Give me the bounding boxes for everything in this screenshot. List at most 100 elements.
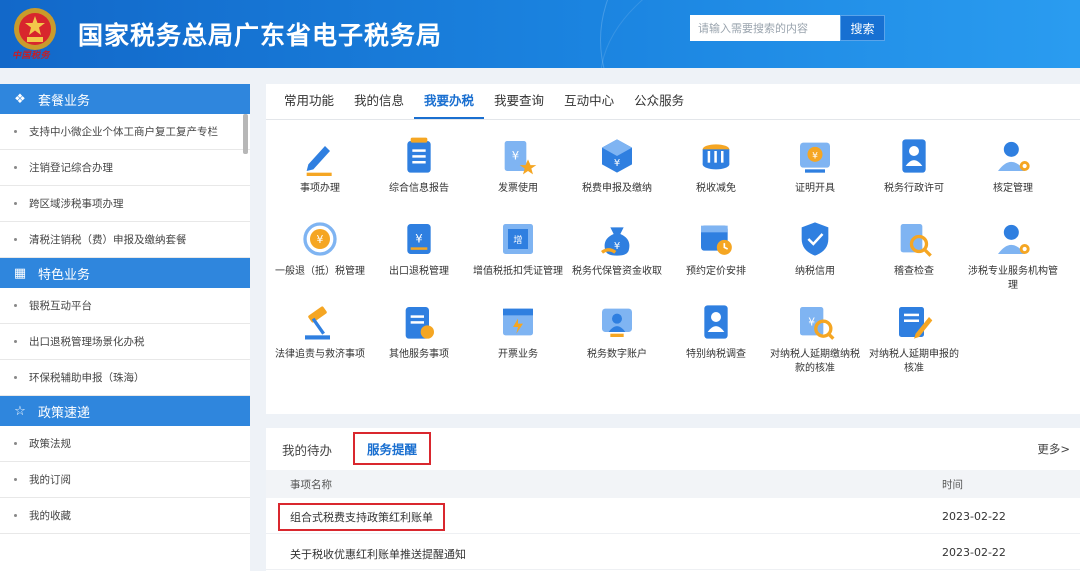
services-panel: 常用功能 我的信息 我要办税 我要查询 互动中心 公众服务 事项办理 综合信息报告 ¥ 发票使用… bbox=[266, 84, 1080, 414]
service-tile[interactable]: 核定管理 bbox=[963, 136, 1063, 196]
clipboard-icon bbox=[405, 307, 434, 339]
tab-service-reminder[interactable]: 服务提醒 bbox=[353, 432, 432, 465]
table-row[interactable]: 关于税收优惠红利账单推送提醒通知 2023-02-22 bbox=[266, 536, 1080, 570]
notice-panel: 我的待办 服务提醒 更多> 事项名称 时间 组合式税费支持政策红利账单 2023-… bbox=[266, 428, 1080, 571]
sidebar-item[interactable]: 银税互动平台 bbox=[0, 288, 250, 324]
site-header: 中国税务 国家税务总局广东省电子税务局 搜索 bbox=[0, 0, 1080, 68]
service-tile[interactable]: 预约定价安排 bbox=[666, 219, 766, 279]
pen-icon bbox=[306, 146, 332, 176]
sidebar: ❖ 套餐业务支持中小微企业个体工商户复工复产专栏 注销登记综合办理 跨区域涉税事项办理… bbox=[0, 84, 250, 571]
tab-3[interactable]: 我要查询 bbox=[484, 83, 554, 119]
sidebar-item[interactable]: 我的收藏 bbox=[0, 498, 250, 534]
emblem-caption: 中国税务 bbox=[12, 51, 51, 61]
sidebar-section-title: 套餐业务 bbox=[38, 93, 91, 109]
sidebar-item-label: 出口退税管理场景化办税 bbox=[29, 336, 145, 348]
shield-check-icon bbox=[801, 222, 829, 256]
sidebar-item-label: 我的订阅 bbox=[29, 474, 71, 486]
service-tabs: 常用功能 我的信息 我要办税 我要查询 互动中心 公众服务 bbox=[266, 84, 1080, 120]
layers-icon: ❖ bbox=[14, 91, 26, 107]
service-tile[interactable]: 税务数字账户 bbox=[567, 302, 667, 362]
invoice-icon: ¥ bbox=[504, 141, 537, 175]
tab-4[interactable]: 互动中心 bbox=[554, 83, 624, 119]
digital-account-icon bbox=[602, 308, 632, 337]
search-input[interactable] bbox=[690, 15, 840, 41]
service-tile[interactable]: ¥ 发票使用 bbox=[468, 136, 568, 196]
svg-text:¥: ¥ bbox=[808, 315, 815, 328]
sidebar-item[interactable]: 清税注销税（费）申报及缴纳套餐 bbox=[0, 222, 250, 258]
notice-title[interactable]: 组合式税费支持政策红利账单 bbox=[278, 503, 445, 531]
service-tile[interactable]: 对纳税人延期申报的核准 bbox=[864, 302, 964, 376]
service-tile[interactable]: 特别纳税调查 bbox=[666, 302, 766, 362]
service-label: 稽查检查 bbox=[894, 266, 934, 277]
service-label: 一般退（抵）税管理 bbox=[275, 266, 365, 277]
bullet-icon bbox=[14, 376, 17, 379]
service-tile[interactable]: 综合信息报告 bbox=[369, 136, 469, 196]
service-label: 其他服务事项 bbox=[389, 349, 449, 360]
tab-5[interactable]: 公众服务 bbox=[624, 83, 694, 119]
service-tile[interactable]: ¥ 对纳税人延期缴纳税款的核准 bbox=[765, 302, 865, 376]
service-tile[interactable]: 纳税信用 bbox=[765, 219, 865, 279]
bullet-icon bbox=[14, 304, 17, 307]
service-tile[interactable]: 增增值税抵扣凭证管理 bbox=[468, 219, 568, 279]
service-label: 特别纳税调查 bbox=[686, 349, 746, 360]
tab-0[interactable]: 常用功能 bbox=[274, 83, 344, 119]
service-tile[interactable]: ¥ 税费申报及缴纳 bbox=[567, 136, 667, 196]
sidebar-section-1[interactable]: ▦ 特色业务 bbox=[0, 258, 250, 288]
sidebar-item[interactable]: 支持中小微企业个体工商户复工复产专栏 bbox=[0, 114, 250, 150]
service-tile[interactable]: 开票业务 bbox=[468, 302, 568, 362]
license-icon bbox=[902, 139, 926, 173]
issue-invoice-icon bbox=[503, 308, 533, 336]
search-button[interactable]: 搜索 bbox=[840, 15, 885, 41]
service-label: 证明开具 bbox=[795, 183, 835, 194]
bullet-icon bbox=[14, 514, 17, 517]
bullet-icon bbox=[14, 166, 17, 169]
service-label: 对纳税人延期缴纳税款的核准 bbox=[770, 349, 860, 374]
more-link[interactable]: 更多> bbox=[1037, 441, 1070, 457]
service-tile[interactable]: 事项办理 bbox=[270, 136, 370, 196]
page-root: 中国税务 国家税务总局广东省电子税务局 搜索 ❖ 套餐业务支持中小微企业个体工商户… bbox=[0, 0, 1080, 571]
calendar-icon bbox=[701, 225, 732, 255]
sidebar-item-label: 我的收藏 bbox=[29, 510, 71, 522]
service-tile[interactable]: ¥ 一般退（抵）税管理 bbox=[270, 219, 370, 279]
service-tile[interactable]: 税务行政许可 bbox=[864, 136, 964, 196]
service-tile[interactable]: 税收减免 bbox=[666, 136, 766, 196]
sidebar-item[interactable]: 注销登记综合办理 bbox=[0, 150, 250, 186]
sidebar-scrollbar[interactable] bbox=[243, 114, 248, 154]
svg-text:¥: ¥ bbox=[415, 231, 422, 245]
document-icon bbox=[407, 137, 431, 173]
bullet-icon bbox=[14, 340, 17, 343]
service-tile[interactable]: ¥ 税务代保管资金收取 bbox=[567, 219, 667, 279]
sidebar-item[interactable]: 环保税辅助申报（珠海） bbox=[0, 360, 250, 396]
refund-icon: ¥ bbox=[303, 222, 337, 256]
tab-2[interactable]: 我要办税 bbox=[414, 83, 485, 119]
sidebar-item[interactable]: 政策法规 bbox=[0, 426, 250, 462]
bullet-icon bbox=[14, 130, 17, 133]
sidebar-item[interactable]: 出口退税管理场景化办税 bbox=[0, 324, 250, 360]
service-tile[interactable]: 稽查检查 bbox=[864, 219, 964, 279]
sidebar-section-0[interactable]: ❖ 套餐业务 bbox=[0, 84, 250, 114]
tab-my-todo[interactable]: 我的待办 bbox=[282, 440, 332, 459]
table-row[interactable]: 组合式税费支持政策红利账单 2023-02-22 bbox=[266, 500, 1080, 534]
sidebar-item-label: 政策法规 bbox=[29, 438, 71, 450]
sidebar-section-2[interactable]: ☆ 政策速递 bbox=[0, 396, 250, 426]
sidebar-section-title: 政策速递 bbox=[38, 405, 91, 421]
notice-title[interactable]: 关于税收优惠红利账单推送提醒通知 bbox=[290, 546, 466, 562]
sidebar-section-title: 特色业务 bbox=[38, 267, 91, 283]
notice-date: 2023-02-22 bbox=[942, 510, 1006, 523]
bullet-icon bbox=[14, 202, 17, 205]
service-tile[interactable]: 其他服务事项 bbox=[369, 302, 469, 362]
sidebar-item[interactable]: 跨区域涉税事项办理 bbox=[0, 186, 250, 222]
service-label: 开票业务 bbox=[498, 349, 538, 360]
service-tile[interactable]: 法律追责与救济事项 bbox=[270, 302, 370, 362]
tab-1[interactable]: 我的信息 bbox=[344, 83, 414, 119]
table-header: 事项名称 时间 bbox=[266, 470, 1080, 498]
service-tile[interactable]: ¥ 证明开具 bbox=[765, 136, 865, 196]
service-label: 核定管理 bbox=[993, 183, 1033, 194]
declare-icon: ¥ bbox=[602, 139, 632, 173]
service-tile[interactable]: 涉税专业服务机构管理 bbox=[963, 219, 1063, 293]
service-tile[interactable]: ¥ 出口退税管理 bbox=[369, 219, 469, 279]
sidebar-item-label: 银税互动平台 bbox=[29, 300, 92, 312]
service-label: 涉税专业服务机构管理 bbox=[968, 266, 1058, 291]
sidebar-item[interactable]: 我的订阅 bbox=[0, 462, 250, 498]
bullet-icon bbox=[14, 442, 17, 445]
